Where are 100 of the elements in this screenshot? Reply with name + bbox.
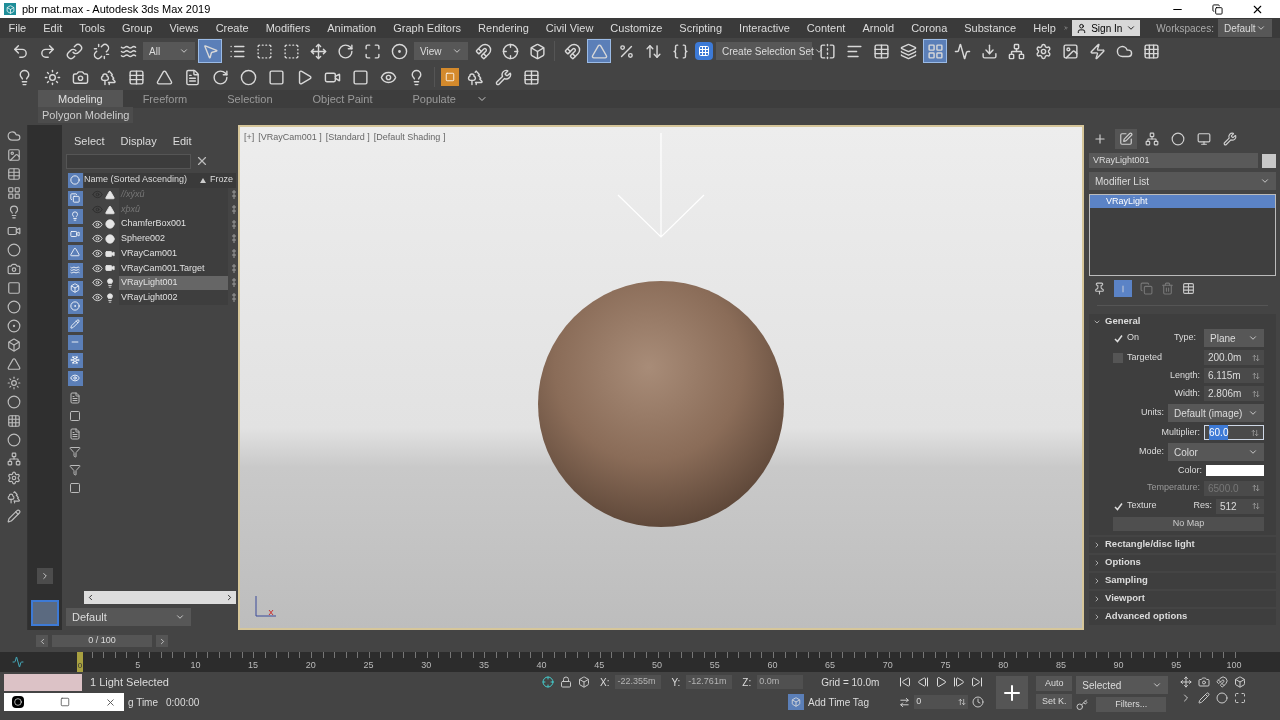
auto-key-button[interactable]: Auto bbox=[1036, 676, 1073, 691]
layer-dropdown[interactable]: Default bbox=[66, 608, 191, 626]
visibility-eye-icon[interactable] bbox=[92, 233, 103, 245]
mode-dropdown[interactable]: Color bbox=[1168, 443, 1264, 461]
maximize-icon[interactable] bbox=[59, 697, 70, 707]
selection-filter-dropdown[interactable]: All bbox=[143, 42, 195, 60]
menu-item[interactable]: Graph Editors bbox=[384, 19, 470, 37]
modifier-stack-item[interactable]: VRayLight bbox=[1090, 195, 1275, 208]
menu-item[interactable]: Help bbox=[1024, 19, 1065, 37]
menu-item[interactable]: Create bbox=[207, 19, 258, 37]
next-frame-icon[interactable] bbox=[953, 676, 966, 688]
type-dropdown[interactable]: Plane bbox=[1204, 329, 1264, 347]
plane-icon[interactable] bbox=[6, 281, 21, 295]
cone-icon[interactable] bbox=[6, 357, 21, 371]
timeline-track[interactable]: 0 5 10 15 20 25 30 35 40 45 50 55 60 65 70 75 80 85 90 95 100 bbox=[80, 652, 1244, 672]
coordinate-field[interactable]: -22.355m bbox=[615, 675, 662, 689]
play-icon[interactable] bbox=[935, 676, 948, 688]
set-key-mode-button[interactable]: Set K. bbox=[1036, 694, 1073, 709]
key-filter-dropdown[interactable]: Selected bbox=[1076, 676, 1169, 694]
lock-icon[interactable] bbox=[560, 676, 572, 688]
length-spinner[interactable]: 6.115m bbox=[1204, 368, 1264, 383]
units-dropdown[interactable]: Default (image) bbox=[1168, 404, 1264, 422]
scroll-left-icon[interactable] bbox=[86, 593, 95, 602]
workspaces-dropdown[interactable]: Default bbox=[1217, 19, 1272, 37]
time-slider-handle[interactable]: 0 bbox=[77, 652, 83, 672]
ribbon-tab[interactable]: Freeform bbox=[122, 90, 208, 108]
menu-item[interactable]: File bbox=[0, 19, 35, 37]
object-name-field[interactable]: VRayLight001 bbox=[1089, 153, 1258, 168]
menu-item[interactable]: Corona bbox=[902, 19, 956, 37]
explorer-menu-item[interactable]: Display bbox=[120, 133, 157, 150]
menu-item[interactable]: Edit bbox=[34, 19, 71, 37]
key-filters-button[interactable]: Filters... bbox=[1096, 697, 1167, 712]
camera-icon[interactable] bbox=[6, 224, 21, 238]
rollout-header[interactable]: General bbox=[1089, 314, 1276, 329]
ribbon-tab[interactable]: Selection bbox=[207, 90, 293, 108]
geometry-filter-icon[interactable] bbox=[67, 172, 83, 188]
pin-icon[interactable] bbox=[1093, 282, 1106, 295]
note-icon[interactable] bbox=[69, 427, 81, 440]
viewport-label[interactable]: [+] bbox=[244, 131, 255, 145]
plant-icon[interactable] bbox=[6, 490, 21, 504]
object-name[interactable]: VRayLight002 bbox=[119, 290, 228, 305]
image-icon[interactable] bbox=[6, 148, 21, 162]
no-map-button[interactable]: No Map bbox=[1113, 516, 1264, 531]
horizontal-scrollbar[interactable] bbox=[84, 591, 236, 604]
on-checkbox[interactable] bbox=[1113, 333, 1123, 343]
minimized-window[interactable] bbox=[4, 693, 124, 711]
menu-item[interactable]: Group bbox=[113, 19, 161, 37]
visibility-eye-icon[interactable] bbox=[92, 277, 103, 289]
light-filter-icon[interactable] bbox=[67, 208, 83, 224]
rollout-header[interactable]: Advanced options bbox=[1089, 608, 1276, 625]
document-icon[interactable] bbox=[69, 391, 81, 404]
current-frame-field[interactable]: 0 bbox=[914, 695, 969, 709]
viewport-label[interactable]: [Default Shading ] bbox=[373, 131, 446, 145]
viewport-label[interactable]: [Standard ] bbox=[325, 131, 370, 145]
ball-icon[interactable] bbox=[6, 395, 21, 409]
camera-filter-icon[interactable] bbox=[67, 226, 83, 242]
column-header[interactable]: Froze bbox=[210, 173, 236, 187]
ribbon-tab[interactable]: Modeling bbox=[38, 90, 123, 108]
explorer-menu-item[interactable]: Select bbox=[74, 133, 105, 150]
menu-item[interactable]: Animation bbox=[318, 19, 385, 37]
visibility-eye-icon[interactable] bbox=[92, 292, 103, 304]
sign-in-dropdown[interactable]: Sign In bbox=[1072, 20, 1141, 36]
grid-icon[interactable] bbox=[6, 414, 21, 428]
menu-item[interactable]: Customize bbox=[601, 19, 671, 37]
object-color-swatch[interactable] bbox=[1262, 153, 1276, 168]
rollout-header[interactable]: Rectangle/disc light bbox=[1089, 536, 1276, 553]
key-tangent-icon[interactable] bbox=[1076, 698, 1089, 711]
menu-item[interactable]: Interactive bbox=[730, 19, 799, 37]
modifier-stack[interactable]: VRayLight bbox=[1089, 194, 1276, 276]
rollout-header[interactable]: Sampling bbox=[1089, 572, 1276, 589]
layer-swatch[interactable] bbox=[31, 600, 59, 626]
hidden-filter-icon[interactable] bbox=[67, 370, 83, 386]
menu-item[interactable]: Views bbox=[160, 19, 208, 37]
sun-icon[interactable] bbox=[6, 376, 21, 390]
rollout-header[interactable]: Options bbox=[1089, 554, 1276, 571]
set-key-button[interactable] bbox=[996, 676, 1029, 709]
width-spinner[interactable]: 2.806m bbox=[1204, 386, 1264, 401]
menu-item[interactable]: Scripting bbox=[670, 19, 731, 37]
multiplier-spinner[interactable]: 60.0 bbox=[1204, 425, 1264, 440]
previous-frame-button[interactable] bbox=[36, 635, 48, 647]
cloud-icon[interactable] bbox=[6, 129, 21, 143]
filter-icon[interactable] bbox=[69, 445, 81, 458]
menu-item[interactable]: Substance bbox=[955, 19, 1025, 37]
target-distance-spinner[interactable]: 200.0m bbox=[1204, 350, 1264, 365]
ribbon-tab[interactable]: Object Paint bbox=[292, 90, 393, 108]
color-swatch[interactable] bbox=[1206, 465, 1264, 477]
viewport-label[interactable]: [VRayCam001 ] bbox=[258, 131, 322, 145]
camera-icon[interactable] bbox=[6, 262, 21, 276]
menu-item[interactable]: Civil View bbox=[537, 19, 602, 37]
menu-item[interactable]: Content bbox=[798, 19, 854, 37]
ribbon-tab[interactable]: Populate bbox=[392, 90, 476, 108]
menu-item[interactable]: Arnold bbox=[853, 19, 903, 37]
page-icon[interactable] bbox=[69, 409, 81, 422]
explorer-search-field[interactable] bbox=[66, 153, 191, 169]
next-frame-button[interactable] bbox=[156, 635, 168, 647]
time-slider[interactable]: 0 / 100 bbox=[52, 635, 152, 647]
key-mode-icon[interactable] bbox=[899, 696, 911, 708]
texture-checkbox[interactable] bbox=[1113, 501, 1123, 511]
object-name[interactable]: VRayCam001 bbox=[119, 246, 228, 261]
frozen-filter-icon[interactable] bbox=[67, 352, 83, 368]
